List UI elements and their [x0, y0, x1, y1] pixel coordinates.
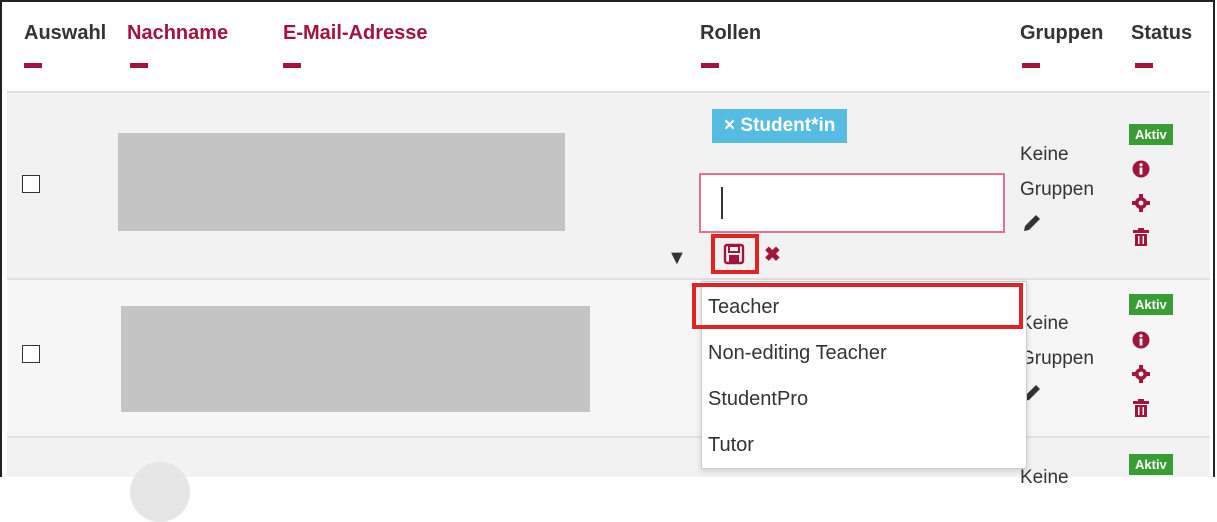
- avatar: [130, 462, 190, 522]
- header-auswahl: Auswahl: [24, 22, 107, 44]
- dropdown-toggle-icon[interactable]: ▼: [667, 247, 687, 270]
- option-highlight-box: [692, 283, 1023, 329]
- redacted-name-email: [121, 306, 590, 412]
- select-checkbox[interactable]: [22, 175, 40, 193]
- gear-icon[interactable]: [1132, 194, 1150, 212]
- status-badge: Aktiv: [1129, 454, 1173, 475]
- dropdown-option-studentpro[interactable]: StudentPro: [708, 388, 808, 411]
- groups-text: Keine: [1020, 144, 1069, 165]
- status-badge: Aktiv: [1129, 124, 1173, 145]
- header-nachname[interactable]: Nachname: [127, 22, 228, 45]
- groups-text: Gruppen: [1020, 179, 1094, 200]
- header-gruppen: Gruppen: [1020, 22, 1104, 44]
- sort-indicator-rollen: [701, 63, 719, 68]
- role-chip[interactable]: × Student*in: [712, 109, 848, 143]
- gear-icon[interactable]: [1132, 365, 1150, 383]
- dropdown-option-tutor[interactable]: Tutor: [708, 434, 754, 457]
- info-icon[interactable]: [1132, 160, 1150, 178]
- trash-icon[interactable]: [1133, 399, 1149, 417]
- cancel-icon[interactable]: ✖: [764, 242, 781, 267]
- sort-indicator-status: [1135, 63, 1153, 68]
- status-badge: Aktiv: [1129, 294, 1173, 315]
- role-search-input[interactable]: [699, 173, 1005, 233]
- groups-text: Keine: [1020, 313, 1069, 334]
- text-cursor: [721, 187, 723, 219]
- sort-indicator-gruppen: [1022, 63, 1040, 68]
- groups-text: Gruppen: [1020, 348, 1094, 369]
- select-checkbox[interactable]: [22, 345, 40, 363]
- save-icon[interactable]: [723, 243, 745, 265]
- pencil-edit-icon[interactable]: [1021, 212, 1043, 234]
- header-email[interactable]: E-Mail-Adresse: [283, 22, 428, 45]
- sort-indicator-auswahl: [24, 63, 42, 68]
- trash-icon[interactable]: [1133, 228, 1149, 246]
- dropdown-option-non-editing-teacher[interactable]: Non-editing Teacher: [708, 342, 887, 365]
- sort-indicator-nachname[interactable]: [130, 63, 148, 68]
- header-status: Status: [1131, 22, 1193, 44]
- groups-text: Keine: [1020, 467, 1069, 488]
- header-rollen: Rollen: [700, 22, 762, 44]
- info-icon[interactable]: [1132, 331, 1150, 349]
- chip-remove-icon[interactable]: ×: [724, 115, 735, 136]
- redacted-name-email: [118, 133, 565, 231]
- sort-indicator-email[interactable]: [283, 63, 301, 68]
- chip-label: Student*in: [740, 115, 836, 136]
